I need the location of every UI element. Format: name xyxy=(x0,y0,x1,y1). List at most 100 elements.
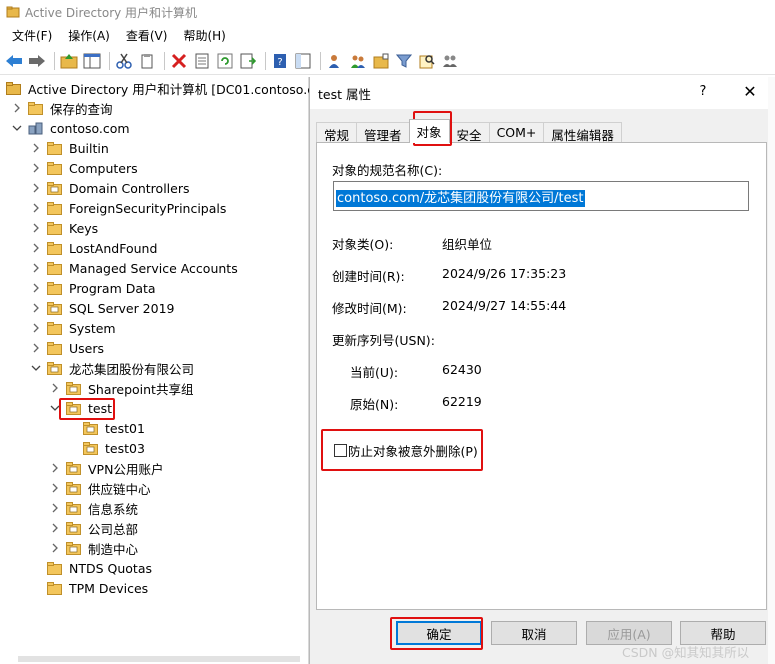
folder-icon xyxy=(47,341,62,355)
object-tab-panel: 对象的规范名称(C): 对象类(O): 组织单位 创建时间(R): 2024/9… xyxy=(316,142,767,610)
tab-managed-by[interactable]: 管理者 xyxy=(356,122,410,143)
chevron-right-icon[interactable] xyxy=(29,321,43,335)
console-tree-icon[interactable] xyxy=(293,51,313,71)
chevron-right-icon[interactable] xyxy=(29,301,43,315)
tree-item-label: Computers xyxy=(69,160,138,176)
tree-item-saved-queries[interactable]: 保存的查询 xyxy=(10,98,115,118)
tree-item-info-systems[interactable]: 信息系统 xyxy=(48,498,140,518)
tree-item-sharepoint-group[interactable]: Sharepoint共享组 xyxy=(48,378,195,398)
add-to-group-icon[interactable] xyxy=(440,51,460,71)
folder-icon xyxy=(47,201,62,215)
back-arrow-icon[interactable] xyxy=(4,51,24,71)
tree-item-headquarters[interactable]: 公司总部 xyxy=(48,518,140,538)
tree-item-label: 供应链中心 xyxy=(88,481,151,497)
chevron-right-icon[interactable] xyxy=(48,461,62,475)
tree-item-managed-service-accounts[interactable]: Managed Service Accounts xyxy=(29,258,240,278)
tree-item-computers[interactable]: Computers xyxy=(29,158,140,178)
tree-item-label: VPN公用账户 xyxy=(88,461,164,477)
chevron-right-icon[interactable] xyxy=(29,161,43,175)
show-tree-icon[interactable] xyxy=(82,51,102,71)
menu-view[interactable]: 查看(V) xyxy=(118,25,176,46)
tree-item-supply-chain[interactable]: 供应链中心 xyxy=(48,478,153,498)
dialog-help-button[interactable]: ? xyxy=(695,84,711,102)
highlight-ok-button xyxy=(390,617,483,650)
tree-item-program-data[interactable]: Program Data xyxy=(29,278,158,298)
tab-attribute-editor[interactable]: 属性编辑器 xyxy=(543,122,622,143)
tree-item-foreign-security-principals[interactable]: ForeignSecurityPrincipals xyxy=(29,198,228,218)
tree-item-domain-controllers[interactable]: Domain Controllers xyxy=(29,178,191,198)
tree-item-label: 龙芯集团股份有限公司 xyxy=(69,361,195,377)
find-icon[interactable] xyxy=(417,51,437,71)
tree-item-ntds-quotas[interactable]: NTDS Quotas xyxy=(47,558,154,578)
tree-horizontal-scrollbar[interactable] xyxy=(18,656,300,662)
cut-icon[interactable] xyxy=(114,51,134,71)
folder-icon xyxy=(28,101,43,115)
tree-item-manufacturing[interactable]: 制造中心 xyxy=(48,538,140,558)
tree-item-users[interactable]: Users xyxy=(29,338,106,358)
tree-item-tpm-devices[interactable]: TPM Devices xyxy=(47,578,150,598)
chevron-right-icon[interactable] xyxy=(29,181,43,195)
forward-arrow-icon[interactable] xyxy=(27,51,47,71)
tree-item-test03[interactable]: test03 xyxy=(83,438,147,458)
properties-icon[interactable] xyxy=(192,51,212,71)
chevron-right-icon[interactable] xyxy=(48,521,62,535)
new-user-icon[interactable] xyxy=(325,51,345,71)
tab-general[interactable]: 常规 xyxy=(316,122,358,143)
tree-item-builtin[interactable]: Builtin xyxy=(29,138,111,158)
chevron-right-icon[interactable] xyxy=(48,381,62,395)
usn-current-value: 62430 xyxy=(442,362,482,377)
tree-root-label: Active Directory 用户和计算机 [DC01.contoso.co… xyxy=(28,81,327,97)
chevron-down-icon[interactable] xyxy=(10,121,24,135)
chevron-right-icon[interactable] xyxy=(10,101,24,115)
canonical-name-label: 对象的规范名称(C): xyxy=(332,163,443,178)
dialog-close-button[interactable]: ✕ xyxy=(738,82,762,104)
tab-com-plus[interactable]: COM+ xyxy=(488,122,545,143)
menu-action[interactable]: 操作(A) xyxy=(60,25,118,46)
dialog-titlebar: test 属性 ? ✕ xyxy=(310,77,775,109)
chevron-right-icon[interactable] xyxy=(29,341,43,355)
chevron-right-icon[interactable] xyxy=(48,541,62,555)
tree-item-test01[interactable]: test01 xyxy=(83,418,147,438)
canonical-name-value: contoso.com/龙芯集团股份有限公司/test xyxy=(336,190,585,207)
cancel-button[interactable]: 取消 xyxy=(491,621,577,645)
tree-item-keys[interactable]: Keys xyxy=(29,218,100,238)
copy-icon[interactable] xyxy=(137,51,157,71)
chevron-down-icon[interactable] xyxy=(29,361,43,375)
chevron-right-icon[interactable] xyxy=(29,201,43,215)
ou-folder-icon xyxy=(47,361,62,375)
menu-help[interactable]: 帮助(H) xyxy=(175,25,233,46)
toolbar-separator xyxy=(320,51,321,70)
folder-icon xyxy=(47,141,62,155)
filter-icon[interactable] xyxy=(394,51,414,71)
tree-item-lost-and-found[interactable]: LostAndFound xyxy=(29,238,159,258)
tree-root[interactable]: Active Directory 用户和计算机 [DC01.contoso.co… xyxy=(6,78,329,98)
tab-security[interactable]: 安全 xyxy=(448,122,490,143)
tree-item-system[interactable]: System xyxy=(29,318,118,338)
chevron-right-icon[interactable] xyxy=(29,141,43,155)
chevron-right-icon[interactable] xyxy=(29,281,43,295)
new-group-icon[interactable] xyxy=(348,51,368,71)
tree-item-sql-server[interactable]: SQL Server 2019 xyxy=(29,298,177,318)
tree-item-vpn-accounts[interactable]: VPN公用账户 xyxy=(48,458,165,478)
tab-object[interactable]: 对象 xyxy=(408,119,450,143)
tree-item-company-ou[interactable]: 龙芯集团股份有限公司 xyxy=(29,358,196,378)
tree-item-label: Domain Controllers xyxy=(69,180,190,196)
up-folder-icon[interactable] xyxy=(59,51,79,71)
chevron-right-icon[interactable] xyxy=(29,221,43,235)
help-book-icon[interactable]: ? xyxy=(270,51,290,71)
refresh-icon[interactable] xyxy=(215,51,235,71)
chevron-right-icon[interactable] xyxy=(29,241,43,255)
menu-file[interactable]: 文件(F) xyxy=(4,25,60,46)
canonical-name-field[interactable]: contoso.com/龙芯集团股份有限公司/test xyxy=(333,181,749,211)
chevron-right-icon[interactable] xyxy=(29,261,43,275)
chevron-right-icon[interactable] xyxy=(48,481,62,495)
window-titlebar: Active Directory 用户和计算机 xyxy=(0,0,775,24)
delete-icon[interactable] xyxy=(169,51,189,71)
tree-item-label: TPM Devices xyxy=(69,580,149,596)
ou-folder-icon xyxy=(66,481,81,495)
chevron-right-icon[interactable] xyxy=(48,501,62,515)
export-list-icon[interactable] xyxy=(238,51,258,71)
tree-item-domain[interactable]: contoso.com xyxy=(10,118,132,138)
new-ou-icon[interactable] xyxy=(371,51,391,71)
object-class-value: 组织单位 xyxy=(442,237,493,252)
